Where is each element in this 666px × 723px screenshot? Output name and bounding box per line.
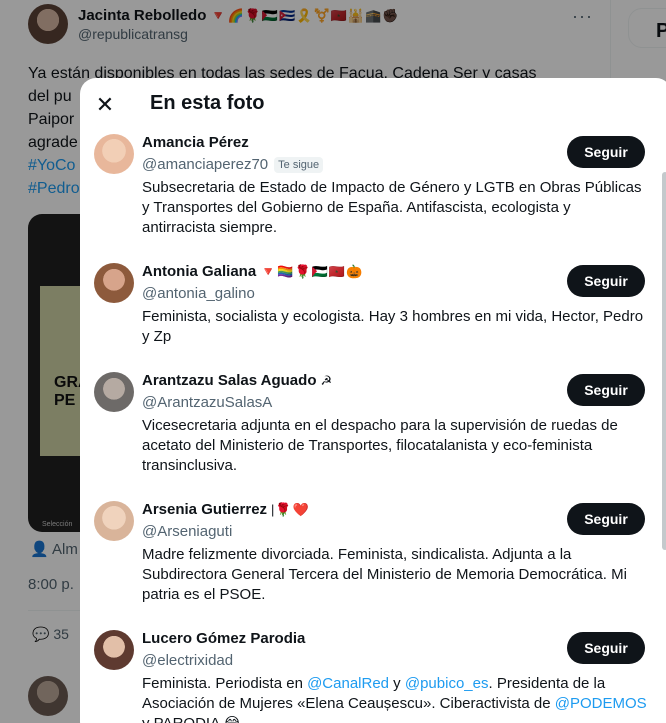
user-emojis: |🌹❤️ bbox=[271, 502, 310, 517]
user-handle-row: @ArantzazuSalasA bbox=[142, 394, 272, 411]
user-name[interactable]: Arsenia Gutierrez |🌹❤️ bbox=[142, 501, 310, 518]
follow-button[interactable]: Seguir bbox=[567, 136, 645, 168]
user-name-text[interactable]: Antonia Galiana bbox=[142, 263, 256, 280]
user-handle[interactable]: @antonia_galino bbox=[142, 285, 255, 302]
in-this-photo-dialog: ✕ En esta foto Amancia Pérez @amanciaper… bbox=[80, 78, 666, 723]
dialog-title: En esta foto bbox=[150, 92, 265, 114]
scrollbar[interactable] bbox=[662, 172, 666, 550]
follow-button[interactable]: Seguir bbox=[567, 374, 645, 406]
user-handle-row: @antonia_galino bbox=[142, 285, 255, 302]
user-bio: Madre felizmente divorciada. Feminista, … bbox=[142, 546, 627, 603]
user-handle[interactable]: @amanciaperez70 bbox=[142, 156, 268, 173]
user-emojis: 🔻🏳️‍🌈🌹🇵🇸🇲🇦🎃 bbox=[260, 264, 364, 279]
mention-link[interactable]: @CanalRed bbox=[307, 675, 389, 692]
user-bio: Feminista, socialista y ecologista. Hay … bbox=[142, 308, 644, 345]
user-bio: Feminista. Periodista en @CanalRed y @pu… bbox=[142, 674, 648, 723]
user-name[interactable]: Arantzazu Salas Aguado ☭ bbox=[142, 372, 333, 389]
bio-text: Feminista. Periodista en bbox=[142, 675, 308, 692]
user-handle-row: @Arseniaguti bbox=[142, 523, 232, 540]
avatar[interactable] bbox=[94, 501, 134, 541]
user-handle[interactable]: @ArantzazuSalasA bbox=[142, 394, 272, 411]
avatar[interactable] bbox=[94, 630, 134, 670]
bio-text: y PARODIA 😂 bbox=[142, 715, 241, 723]
bio-text: y bbox=[389, 675, 405, 692]
avatar[interactable] bbox=[94, 263, 134, 303]
follows-you-badge: Te sigue bbox=[274, 156, 324, 173]
dialog-header: ✕ En esta foto bbox=[80, 78, 666, 130]
user-name[interactable]: Antonia Galiana 🔻🏳️‍🌈🌹🇵🇸🇲🇦🎃 bbox=[142, 263, 363, 280]
follow-button[interactable]: Seguir bbox=[567, 503, 645, 535]
user-name-text[interactable]: Arantzazu Salas Aguado bbox=[142, 372, 316, 389]
mention-link[interactable]: @PODEMOS bbox=[555, 695, 647, 712]
user-name-text[interactable]: Amancia Pérez bbox=[142, 134, 249, 151]
user-emojis: ☭ bbox=[320, 373, 334, 388]
user-name[interactable]: Amancia Pérez bbox=[142, 134, 249, 151]
user-bio: Vicesecretaria adjunta en el despacho pa… bbox=[142, 417, 618, 474]
user-name-text[interactable]: Arsenia Gutierrez bbox=[142, 501, 267, 518]
follow-button[interactable]: Seguir bbox=[567, 632, 645, 664]
user-handle[interactable]: @Arseniaguti bbox=[142, 523, 232, 540]
follow-button[interactable]: Seguir bbox=[567, 265, 645, 297]
mention-link[interactable]: @pubico_es bbox=[405, 675, 489, 692]
user-handle-row: @amanciaperez70 Te sigue bbox=[142, 156, 324, 173]
close-icon[interactable]: ✕ bbox=[90, 90, 120, 120]
user-name-text[interactable]: Lucero Gómez Parodia bbox=[142, 630, 305, 647]
user-handle-row: @electrixidad bbox=[142, 652, 233, 669]
avatar[interactable] bbox=[94, 134, 134, 174]
avatar[interactable] bbox=[94, 372, 134, 412]
user-name[interactable]: Lucero Gómez Parodia bbox=[142, 630, 305, 647]
user-bio: Subsecretaria de Estado de Impacto de Gé… bbox=[142, 179, 642, 236]
user-handle[interactable]: @electrixidad bbox=[142, 652, 233, 669]
